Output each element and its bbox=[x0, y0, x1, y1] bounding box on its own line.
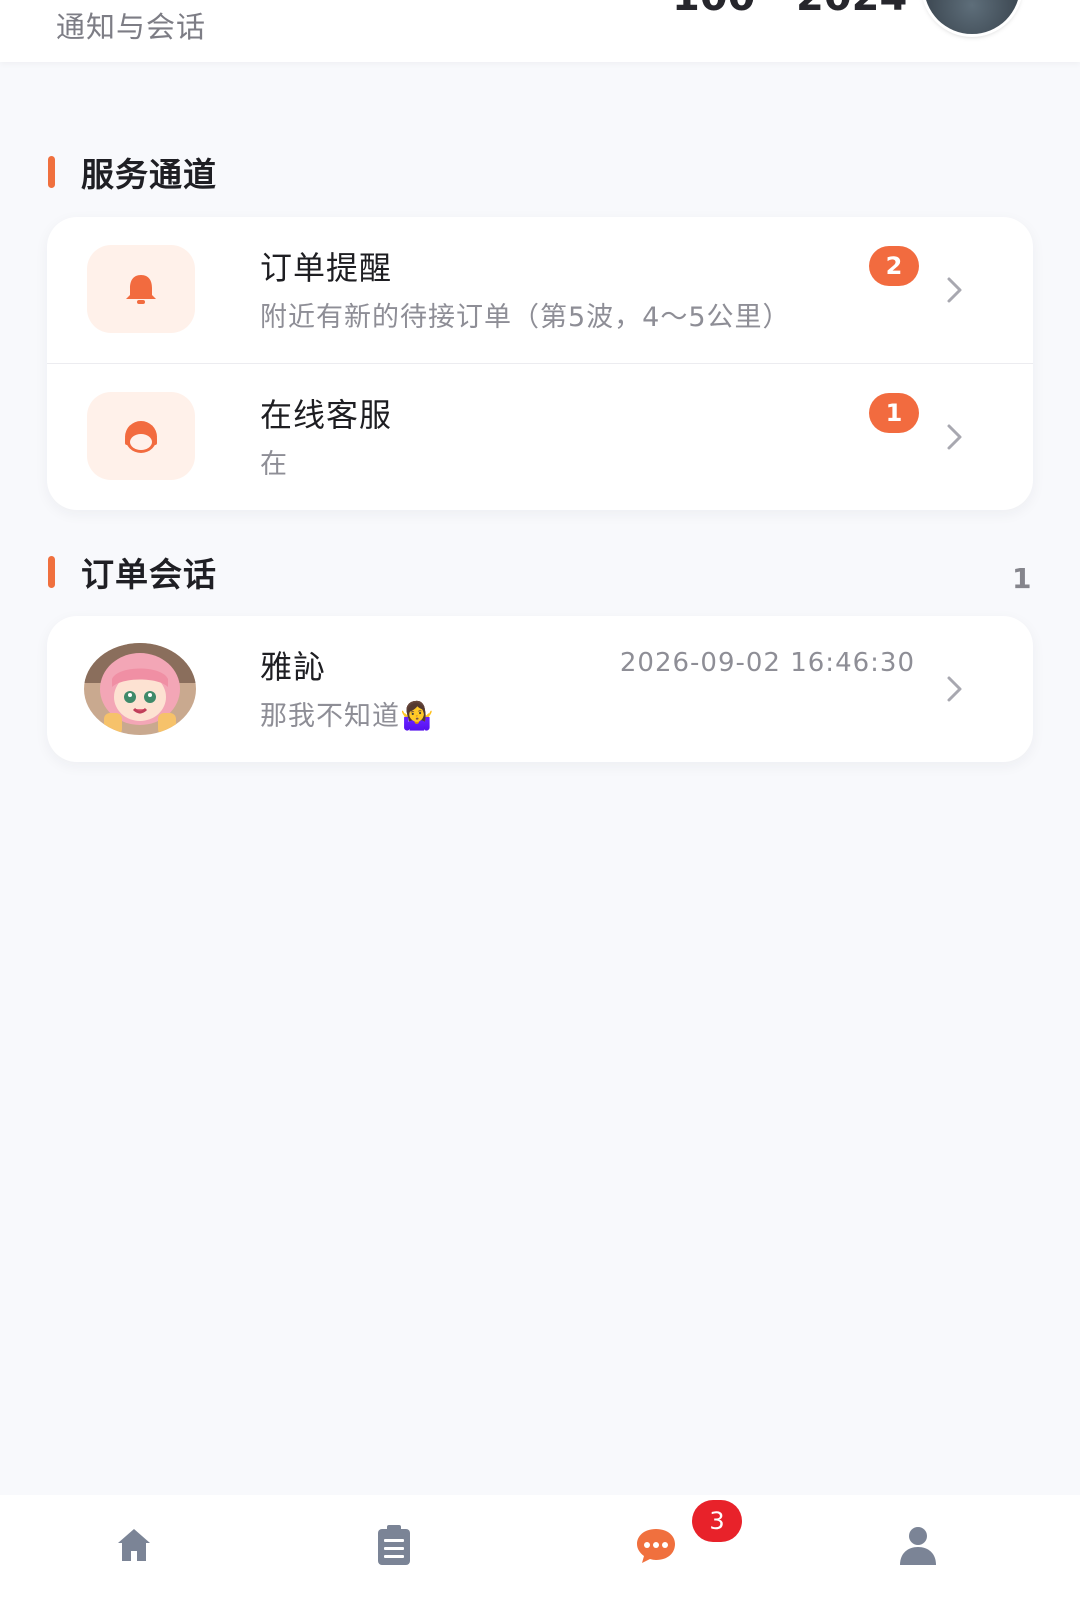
bottom-tab-bar: 3 bbox=[0, 1495, 1080, 1613]
section-accent-bar bbox=[48, 156, 55, 188]
order-reminder-subtitle: 附近有新的待接订单（第5波，4～5公里） bbox=[260, 302, 791, 333]
header-stat-a: 100 bbox=[672, 0, 756, 20]
customer-service-icon bbox=[125, 421, 157, 453]
order-section-title: 订单会话 bbox=[81, 555, 217, 594]
online-service-badge: 1 bbox=[869, 393, 919, 433]
last-message-text: 那我不知道 bbox=[260, 701, 400, 732]
tab-orders[interactable] bbox=[364, 1515, 424, 1575]
chevron-right-icon bbox=[935, 270, 975, 310]
tab-profile[interactable] bbox=[888, 1515, 948, 1575]
tab-messages[interactable] bbox=[626, 1515, 686, 1575]
user-avatar[interactable] bbox=[924, 0, 1020, 34]
messages-badge: 3 bbox=[692, 1500, 742, 1542]
last-message: 那我不知道🤷‍♀️ bbox=[260, 694, 435, 733]
section-accent-bar bbox=[48, 556, 55, 588]
order-session-card: 雅訫 那我不知道🤷‍♀️ 2026-09-02 16:46:30 bbox=[47, 616, 1033, 762]
online-service-subtitle: 在 bbox=[260, 449, 288, 480]
order-reminder-row[interactable]: 订单提醒 附近有新的待接订单（第5波，4～5公里） 2 bbox=[47, 217, 1033, 363]
messages-icon bbox=[637, 1529, 675, 1563]
service-card: 订单提醒 附近有新的待接订单（第5波，4～5公里） 2 在线客服 在 1 bbox=[47, 217, 1033, 510]
conversation-row[interactable]: 雅訫 那我不知道🤷‍♀️ 2026-09-02 16:46:30 bbox=[47, 616, 1033, 762]
order-section-header: 订单会话 bbox=[48, 548, 217, 596]
order-reminder-icon-box bbox=[87, 245, 195, 333]
shrug-emoji: 🤷‍♀️ bbox=[400, 701, 435, 732]
header-stat-b: 2024 bbox=[796, 0, 907, 20]
service-section-header: 服务通道 bbox=[48, 148, 217, 196]
order-reminder-title: 订单提醒 bbox=[260, 249, 393, 287]
profile-icon bbox=[900, 1527, 936, 1565]
chevron-right-icon bbox=[935, 669, 975, 709]
service-section-title: 服务通道 bbox=[81, 155, 217, 194]
chevron-right-icon bbox=[935, 417, 975, 457]
message-timestamp: 2026-09-02 16:46:30 bbox=[619, 648, 915, 678]
online-service-icon-box bbox=[87, 392, 195, 480]
order-reminder-badge: 2 bbox=[869, 246, 919, 286]
anime-girl-avatar bbox=[84, 643, 196, 735]
bell-icon bbox=[126, 275, 156, 304]
orders-icon bbox=[378, 1525, 410, 1565]
online-service-title: 在线客服 bbox=[260, 396, 393, 434]
header-subtitle: 通知与会话 bbox=[56, 10, 207, 44]
home-icon bbox=[118, 1529, 150, 1561]
page-header: 100 2024 通知与会话 bbox=[0, 0, 1080, 62]
online-service-row[interactable]: 在线客服 在 1 bbox=[47, 363, 1033, 510]
tab-home[interactable] bbox=[104, 1515, 164, 1575]
contact-name: 雅訫 bbox=[260, 648, 327, 686]
order-session-count: 1 bbox=[1012, 562, 1032, 595]
